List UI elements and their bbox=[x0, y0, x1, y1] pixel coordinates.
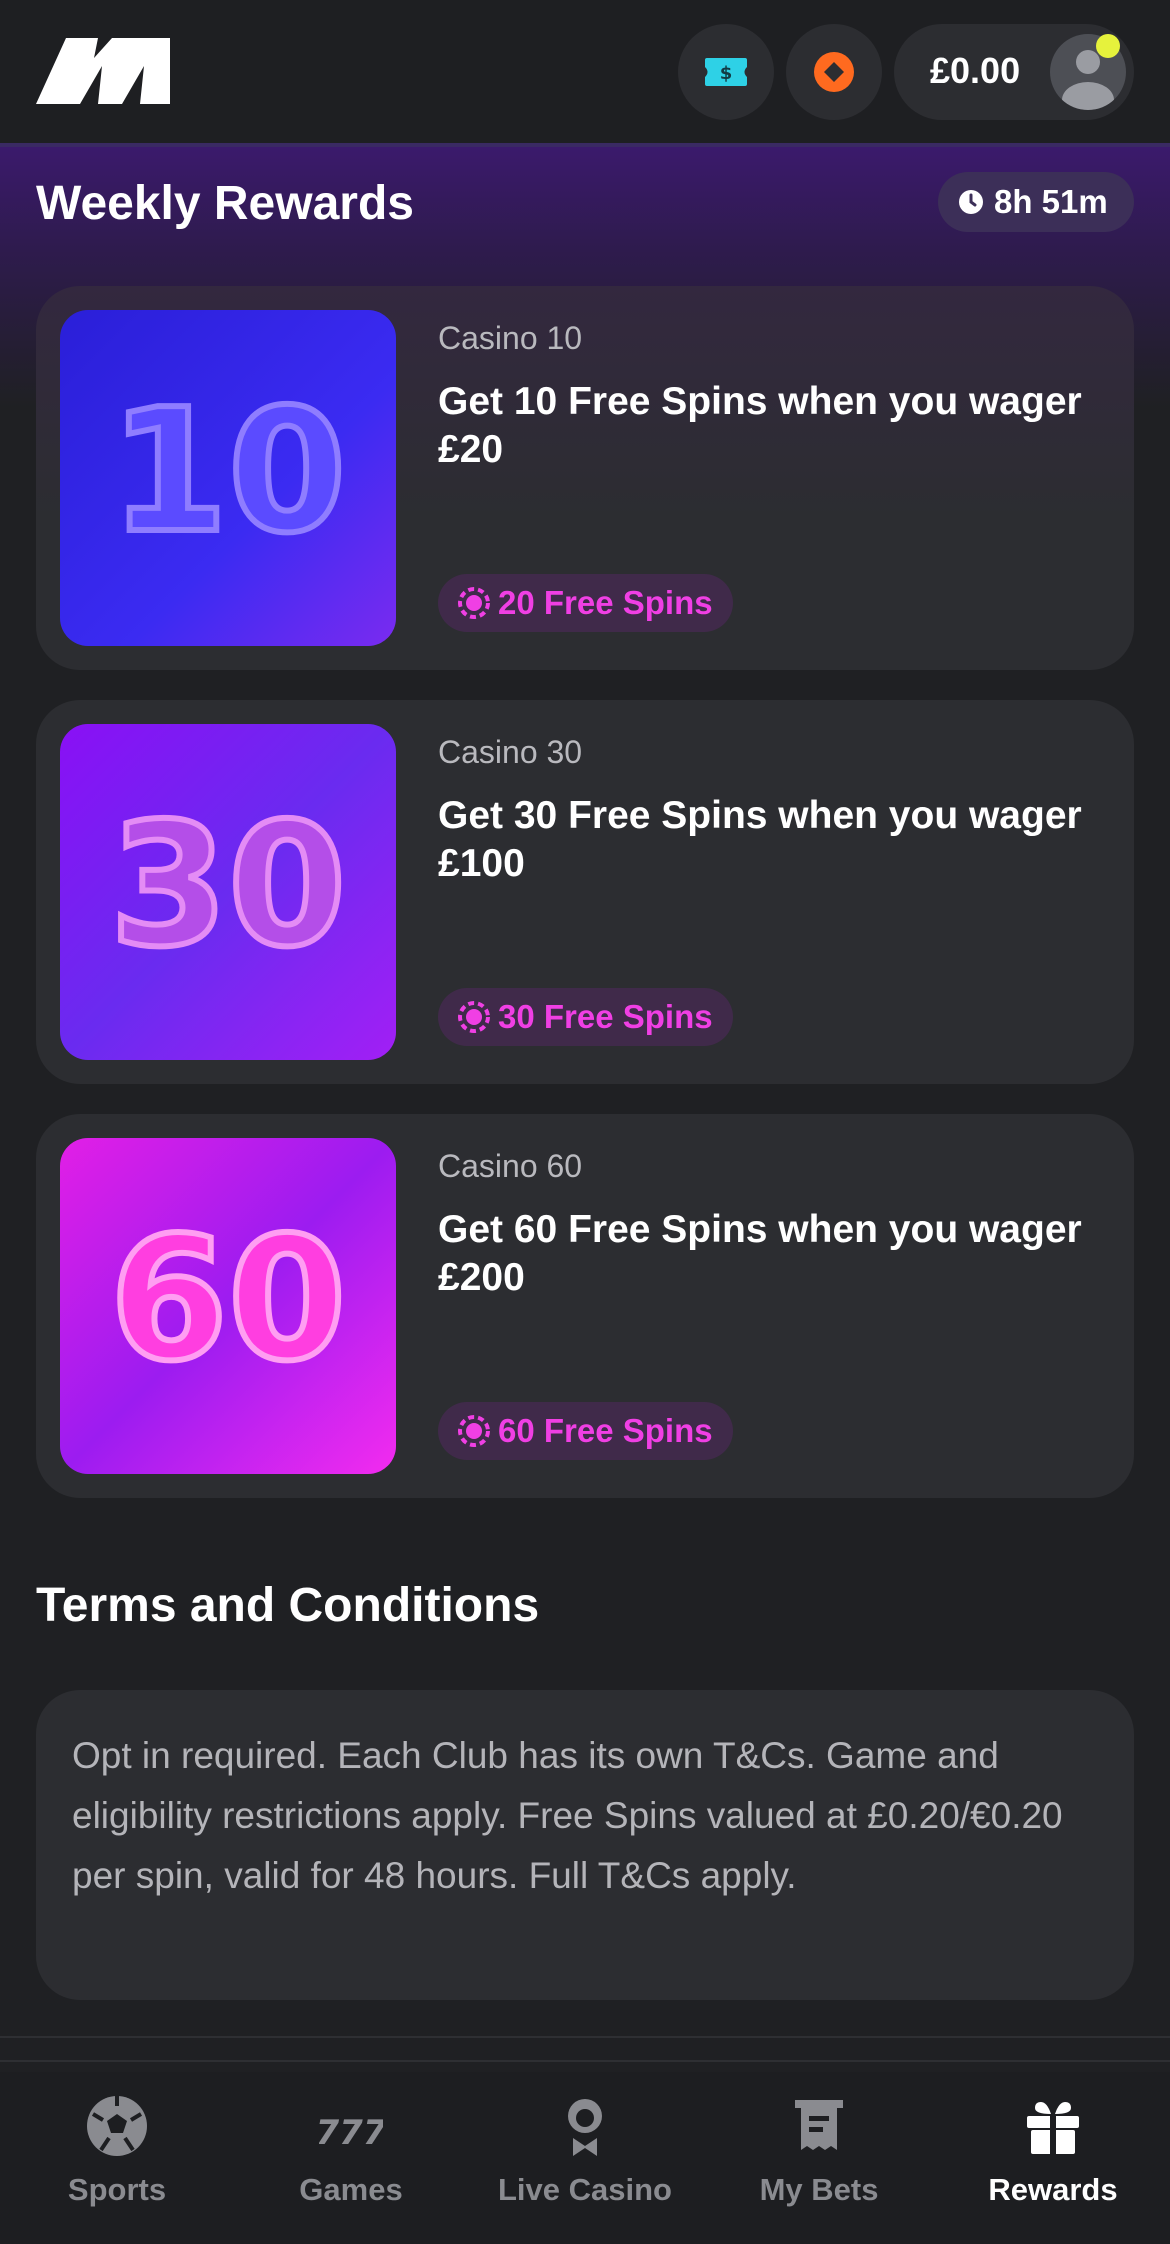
terms-title: Terms and Conditions bbox=[36, 1579, 540, 1632]
free-spins-badge: 60 Free Spins bbox=[438, 1402, 733, 1460]
notification-dot bbox=[1096, 34, 1120, 58]
brand-logo[interactable] bbox=[36, 38, 170, 104]
reward-title: Get 60 Free Spins when you wager £200 bbox=[438, 1208, 1082, 1299]
reward-number-60: 60 bbox=[110, 1201, 347, 1399]
orange-gem-icon bbox=[814, 52, 854, 92]
divider bbox=[0, 2036, 1170, 2038]
nav-label: My Bets bbox=[759, 2172, 879, 2207]
bet-slip-icon bbox=[795, 2100, 843, 2150]
dealer-icon bbox=[568, 2099, 602, 2156]
free-spins-label: 20 Free Spins bbox=[498, 584, 713, 621]
timer-value: 8h 51m bbox=[994, 183, 1108, 220]
chip-icon bbox=[458, 1001, 490, 1033]
nav-label: Rewards bbox=[988, 2172, 1118, 2207]
countdown-timer: 8h 51m bbox=[938, 172, 1134, 232]
reward-category: Casino 60 bbox=[438, 1148, 583, 1184]
svg-text:777: 777 bbox=[319, 2113, 383, 2153]
reward-card[interactable]: 60 Casino 60 Get 60 Free Spins when you … bbox=[36, 1114, 1134, 1498]
svg-text:$: $ bbox=[720, 63, 733, 84]
nav-item-games[interactable]: 777 Games bbox=[234, 2072, 468, 2244]
reward-title: Get 10 Free Spins when you wager £20 bbox=[438, 380, 1082, 471]
chip-icon bbox=[458, 587, 490, 619]
gem-button[interactable] bbox=[786, 24, 882, 120]
nav-label: Sports bbox=[67, 2172, 167, 2207]
nav-label: Games bbox=[299, 2172, 403, 2207]
reward-image-10: 10 bbox=[60, 310, 396, 646]
reward-number-10: 10 bbox=[110, 373, 347, 571]
nav-item-sports[interactable]: Sports bbox=[0, 2072, 234, 2244]
cash-button[interactable]: $ bbox=[678, 24, 774, 120]
terms-text: Opt in required. Each Club has its own T… bbox=[72, 1735, 1063, 1896]
bottom-nav: Sports 777 Games Live Casino My Bets Rew… bbox=[0, 2072, 1170, 2244]
reward-image-30: 30 bbox=[60, 724, 396, 1060]
reward-category: Casino 10 bbox=[438, 320, 583, 356]
reward-title: Get 30 Free Spins when you wager £100 bbox=[438, 794, 1082, 885]
free-spins-badge: 30 Free Spins bbox=[438, 988, 733, 1046]
reward-number-30: 30 bbox=[110, 787, 347, 985]
nav-label: Live Casino bbox=[498, 2172, 672, 2207]
free-spins-badge: 20 Free Spins bbox=[438, 574, 733, 632]
cash-ticket-icon: $ bbox=[705, 58, 747, 86]
balance-amount: £0.00 bbox=[930, 50, 1021, 91]
slots-777-icon: 777 bbox=[319, 2113, 383, 2153]
nav-item-my-bets[interactable]: My Bets bbox=[702, 2072, 936, 2244]
reward-card[interactable]: 10 Casino 10 Get 10 Free Spins when you … bbox=[36, 286, 1134, 670]
free-spins-label: 30 Free Spins bbox=[498, 998, 713, 1035]
nav-item-live-casino[interactable]: Live Casino bbox=[468, 2072, 702, 2244]
reward-image-60: 60 bbox=[60, 1138, 396, 1474]
app-header: $ £0.00 bbox=[0, 0, 1170, 144]
soccer-ball-icon bbox=[87, 2096, 147, 2156]
page-title: Weekly Rewards bbox=[36, 177, 414, 230]
terms-box: Opt in required. Each Club has its own T… bbox=[36, 1690, 1134, 2000]
reward-card[interactable]: 30 Casino 30 Get 30 Free Spins when you … bbox=[36, 700, 1134, 1084]
balance-account-button[interactable]: £0.00 bbox=[894, 24, 1134, 120]
divider bbox=[0, 2060, 1170, 2062]
chip-icon bbox=[458, 1415, 490, 1447]
reward-category: Casino 30 bbox=[438, 734, 583, 770]
free-spins-label: 60 Free Spins bbox=[498, 1412, 713, 1449]
gift-icon bbox=[1027, 2102, 1079, 2154]
nav-item-rewards[interactable]: Rewards bbox=[936, 2072, 1170, 2244]
clock-icon bbox=[959, 190, 983, 214]
